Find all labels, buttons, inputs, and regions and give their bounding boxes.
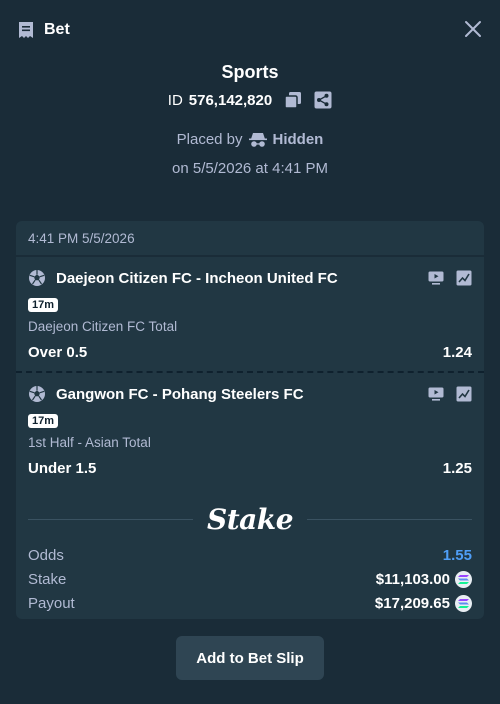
odds-row: Odds 1.55 (28, 543, 472, 567)
placed-by-user: Hidden (272, 131, 324, 148)
bet-id-prefix: ID (167, 91, 183, 109)
soccer-ball-icon (29, 270, 45, 286)
selection-name: Under 1.5 (28, 460, 97, 477)
payout-label: Payout (28, 594, 75, 612)
bet-totals: Odds 1.55 Stake $11,103.00 Payout $17,20… (16, 543, 484, 615)
bet-time: 4:41 PM 5/5/2026 (16, 221, 484, 257)
market-name: 1st Half - Asian Total (28, 435, 151, 450)
stats-icon[interactable] (456, 270, 472, 286)
divider-line (307, 518, 473, 520)
modal-header: Bet (0, 0, 500, 60)
bet-id-row: ID 576,142,820 (0, 91, 500, 109)
selection-row: Over 0.5 1.24 (28, 344, 472, 361)
placed-by: Placed by Hidden (0, 131, 500, 148)
stake-value: $11,103.00 (375, 570, 450, 588)
incognito-icon (248, 132, 267, 147)
share-icon[interactable] (314, 91, 332, 109)
match-row: Gangwon FC - Pohang Steelers FC (28, 373, 472, 411)
soccer-ball-icon (29, 386, 45, 402)
stake-value-wrap: $11,103.00 (375, 570, 472, 588)
bet-summary: Sports ID 576,142,820 Placed by Hidden o… (0, 62, 500, 177)
match-tools (428, 270, 472, 286)
modal-title: Bet (44, 21, 70, 38)
selection-odds: 1.24 (442, 344, 472, 361)
market-name: Daejeon Citizen FC Total (28, 319, 178, 334)
odds-value: 1.55 (442, 546, 472, 564)
stats-icon[interactable] (456, 386, 472, 402)
bet-card: 4:41 PM 5/5/2026 Daejeon Citizen FC - In… (16, 221, 484, 619)
payout-row: Payout $17,209.65 (28, 591, 472, 615)
live-stream-icon[interactable] (428, 270, 444, 286)
match-time-badge: 17m (28, 414, 59, 428)
odds-label: Odds (28, 546, 64, 564)
bet-leg: Daejeon Citizen FC - Incheon United FC 1… (16, 257, 484, 373)
payout-value-wrap: $17,209.65 (374, 594, 472, 612)
match-tools (428, 386, 472, 402)
brand-divider: Stake (16, 495, 484, 543)
match-time-badge: 17m (28, 298, 59, 312)
divider-line (28, 518, 193, 520)
match-teams[interactable]: Daejeon Citizen FC - Incheon United FC (56, 270, 338, 287)
selection-row: Under 1.5 1.25 (28, 460, 472, 477)
bet-id-value: 576,142,820 (188, 91, 273, 109)
copy-icon[interactable] (284, 91, 302, 109)
stake-logo: Stake (207, 502, 294, 536)
bet-slip-icon (19, 22, 33, 38)
placed-by-label: Placed by (176, 131, 243, 148)
solana-coin-icon (455, 594, 472, 612)
match-teams[interactable]: Gangwon FC - Pohang Steelers FC (56, 386, 304, 403)
sport-title: Sports (221, 62, 279, 82)
stake-row: Stake $11,103.00 (28, 567, 472, 591)
payout-value: $17,209.65 (374, 594, 450, 612)
live-stream-icon[interactable] (428, 386, 444, 402)
solana-coin-icon (455, 570, 472, 588)
add-to-bet-slip-button[interactable]: Add to Bet Slip (176, 636, 324, 680)
stake-label: Stake (28, 570, 67, 588)
selection-odds: 1.25 (442, 460, 472, 477)
bet-leg: Gangwon FC - Pohang Steelers FC 17m 1st … (16, 373, 484, 489)
placed-date: on 5/5/2026 at 4:41 PM (172, 160, 328, 177)
match-row: Daejeon Citizen FC - Incheon United FC (28, 257, 472, 295)
close-icon[interactable] (464, 20, 482, 38)
selection-name: Over 0.5 (28, 344, 88, 361)
